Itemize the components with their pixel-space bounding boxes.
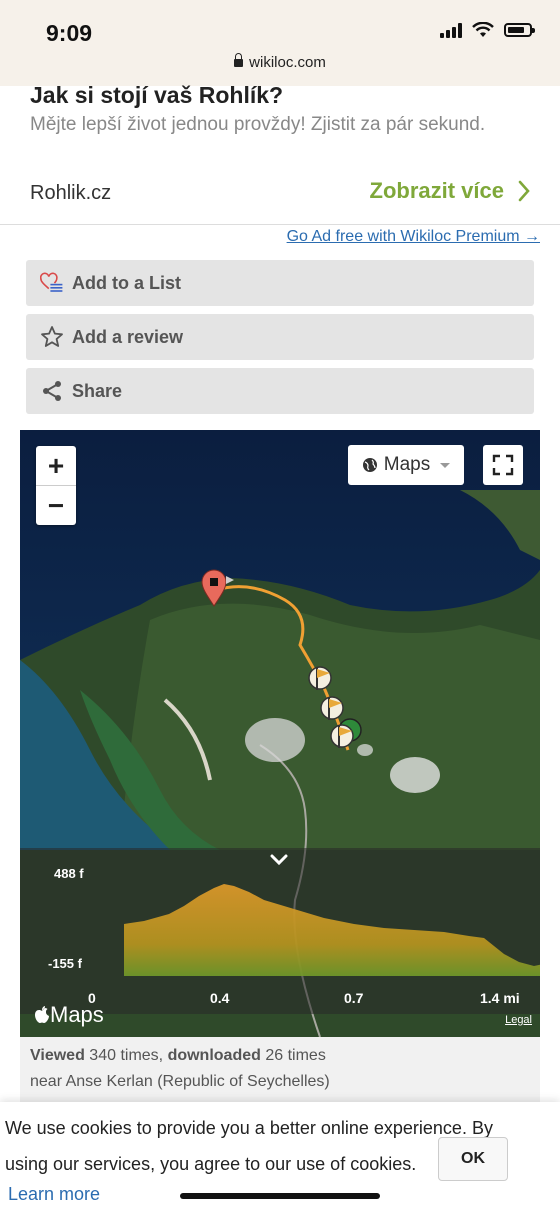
cellular-signal-icon [440,22,462,38]
share-button[interactable]: Share [26,368,534,414]
x-tick-label: 0.4 [210,990,230,1006]
wifi-icon [472,22,494,37]
home-indicator[interactable] [180,1193,380,1199]
clock: 9:09 [46,20,93,46]
url-text: wikiloc.com [249,54,326,71]
add-review-button[interactable]: Add a review [26,314,534,360]
trail-location: near Anse Kerlan (Republic of Seychelles… [30,1073,330,1090]
chevron-down-icon[interactable] [270,854,288,866]
downloaded-label: downloaded [167,1047,261,1064]
trail-map[interactable]: + − Maps 488 f -155 f 0 0.4 0.7 1.4 mi M… [20,430,540,1037]
ad-description: Mějte lepší život jednou provždy! Zjisti… [30,114,486,135]
chevron-right-icon [518,180,530,202]
downloaded-count: 26 times [265,1047,326,1064]
ad-cta-label: Zobrazit více [369,178,504,203]
elevation-chart [124,884,540,976]
star-icon [40,325,64,349]
cookie-ok-button[interactable]: OK [438,1137,508,1181]
views-downloads: Viewed 340 times, downloaded 26 times [30,1047,326,1065]
share-icon [40,379,64,403]
viewed-count: 340 times, [89,1047,164,1064]
share-label: Share [72,380,123,401]
caret-down-icon [440,462,451,468]
ad-cta-link[interactable]: Zobrazit více [370,178,530,204]
premium-link[interactable]: Go Ad free with Wikiloc Premium → [287,228,540,246]
x-tick-label: 0.7 [344,990,364,1006]
zoom-out-button[interactable]: − [36,486,76,525]
viewed-label: Viewed [30,1047,85,1064]
heart-list-icon [40,271,64,295]
elevation-profile[interactable]: 488 f -155 f 0 0.4 0.7 1.4 mi [20,848,540,1014]
elevation-min-label: -155 f [48,956,82,971]
waypoint-flag-icon [308,666,332,690]
status-bar: 9:09 wikiloc.com [0,0,560,86]
add-review-label: Add a review [72,326,184,347]
waypoint-flag-icon [330,724,354,748]
start-marker-icon [201,569,234,607]
add-to-list-button[interactable]: Add to a List [26,260,534,306]
trail-stats: Viewed 340 times, downloaded 26 times ne… [20,1037,540,1105]
system-icons [440,22,535,38]
map-layer-selector[interactable]: Maps [348,445,464,485]
add-to-list-label: Add to a List [72,272,181,293]
zoom-in-button[interactable]: + [36,446,76,486]
apple-icon [35,1006,49,1023]
battery-icon [504,23,535,37]
globe-icon [362,458,377,472]
ad-banner[interactable]: Jak si stojí vaš Rohlík? Mějte lepší živ… [0,82,560,225]
fullscreen-button[interactable] [483,445,523,485]
elevation-max-label: 488 f [54,866,84,881]
learn-more-link[interactable]: Learn more [8,1184,100,1205]
legal-link[interactable]: Legal [505,1014,532,1026]
map-provider-label: Maps [50,1002,104,1027]
zoom-control: + − [36,446,76,525]
fullscreen-icon [492,454,514,476]
map-provider-logo: Maps [34,1002,104,1028]
ad-title: Jak si stojí vaš Rohlík? [30,82,284,108]
ad-domain: Rohlik.cz [30,182,112,204]
map-layer-label: Maps [383,454,431,475]
lock-icon [234,53,244,67]
address-bar[interactable]: wikiloc.com [0,53,560,71]
x-tick-label: 1.4 mi [480,990,520,1006]
